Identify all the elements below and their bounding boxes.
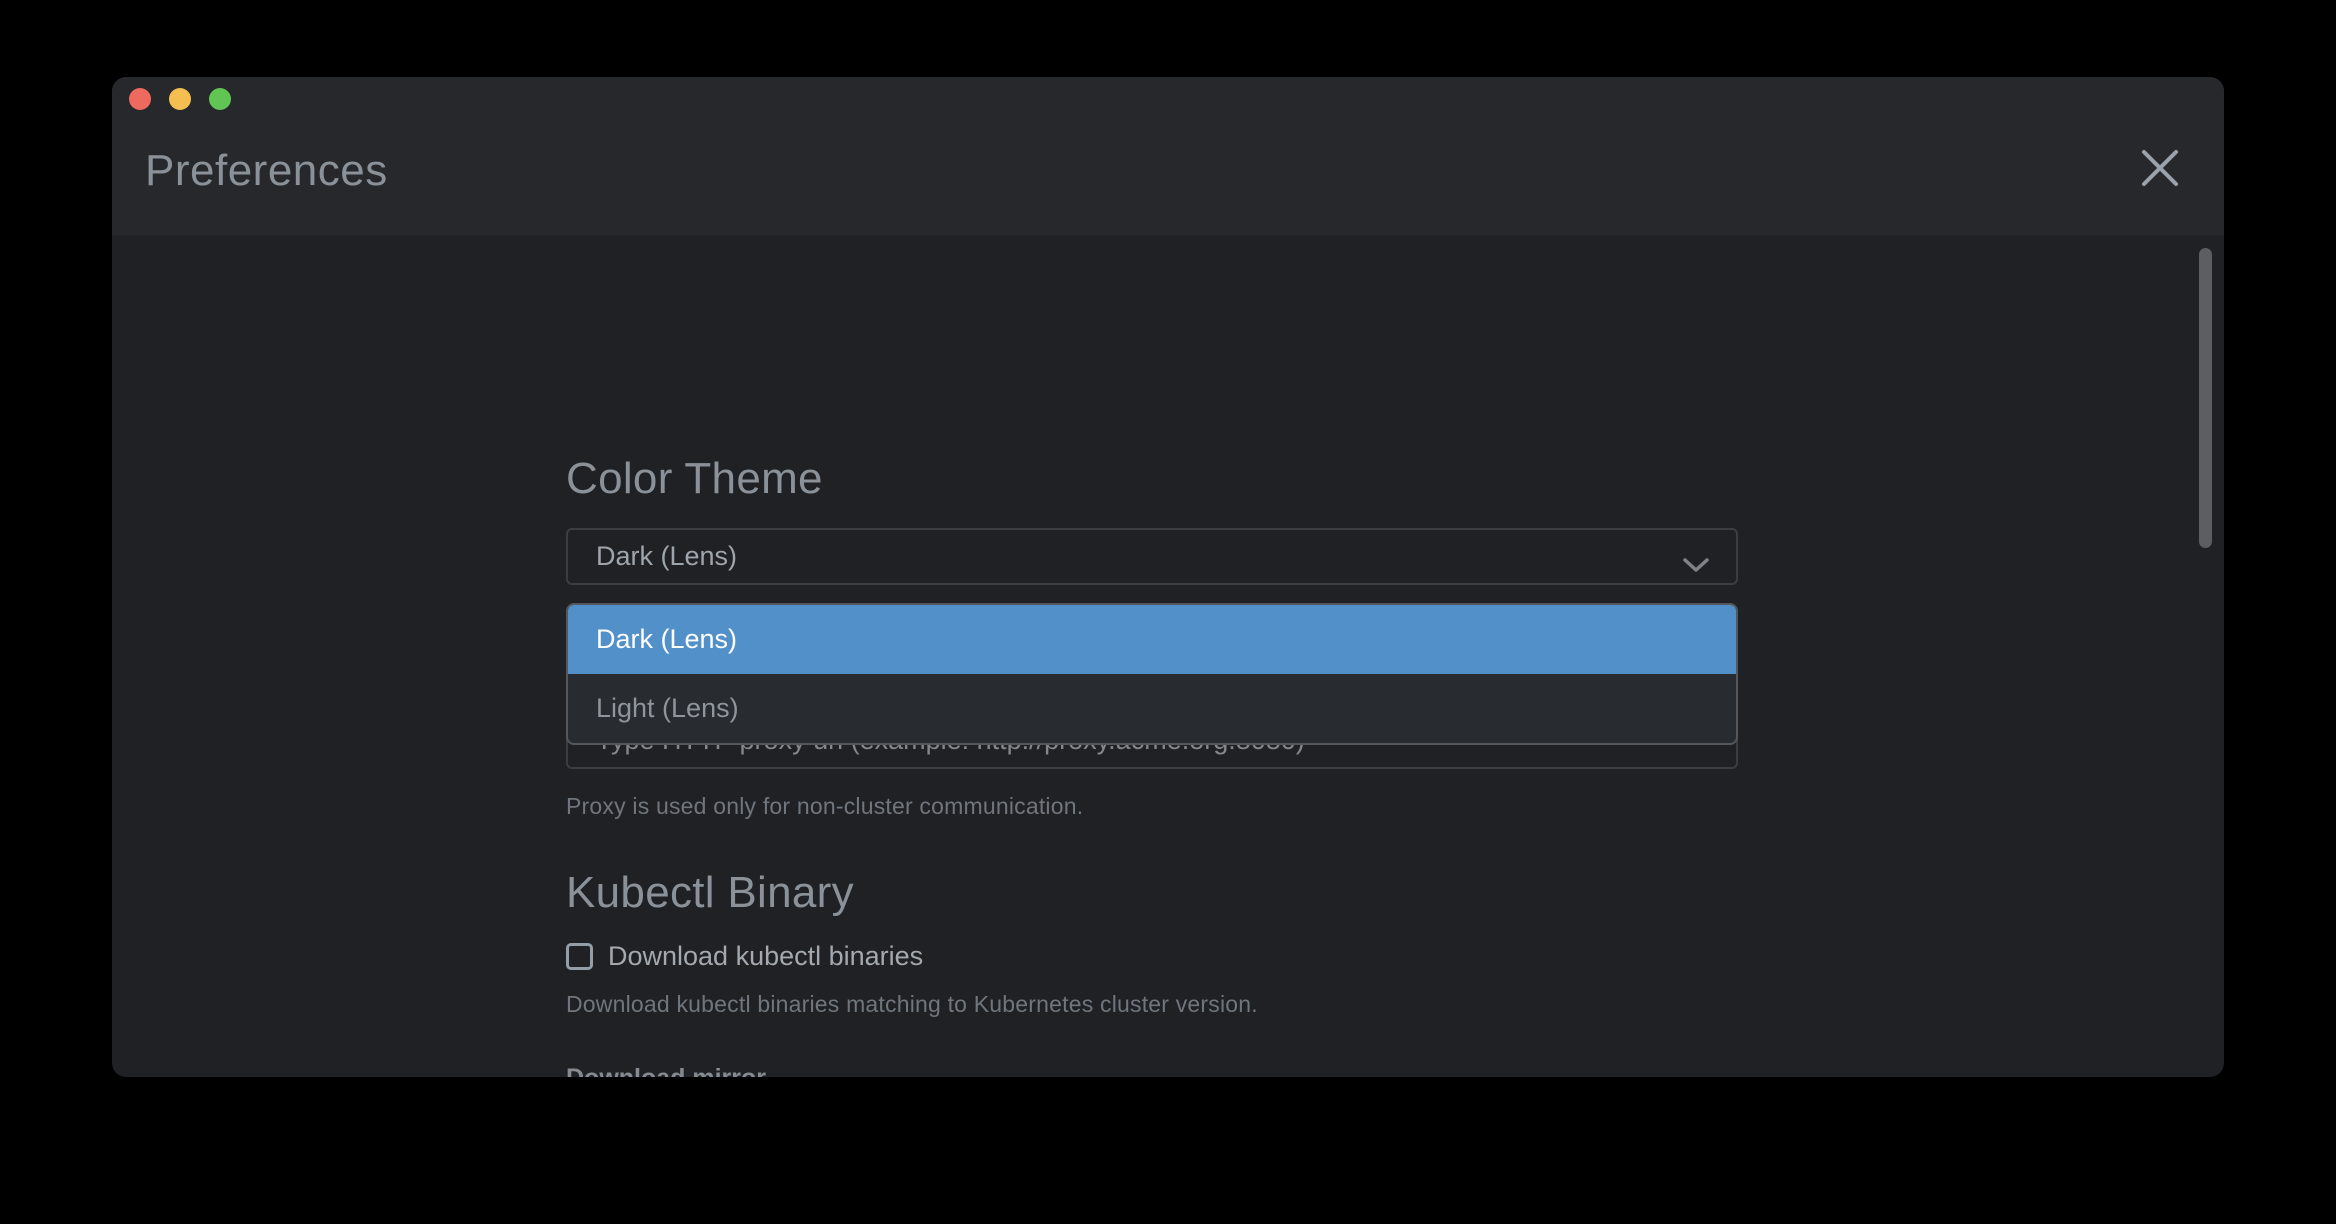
close-button[interactable] xyxy=(2136,146,2184,194)
macos-maximize-button[interactable] xyxy=(209,88,231,110)
color-theme-heading: Color Theme xyxy=(566,454,1738,504)
vertical-scrollbar-thumb[interactable] xyxy=(2199,248,2212,548)
dropdown-option-dark[interactable]: Dark (Lens) xyxy=(568,605,1736,674)
download-kubectl-checkbox-row[interactable]: Download kubectl binaries xyxy=(566,941,1738,972)
download-kubectl-checkbox-label: Download kubectl binaries xyxy=(608,941,923,972)
checkbox-unchecked-icon[interactable] xyxy=(566,943,593,970)
preferences-content: Color Theme Dark (Lens) Dark (Lens) Ligh… xyxy=(112,235,2224,1077)
download-mirror-label: Download mirror xyxy=(566,1064,1738,1077)
dropdown-option-light[interactable]: Light (Lens) xyxy=(568,674,1736,743)
color-theme-select-value: Dark (Lens) xyxy=(596,541,1682,572)
chevron-down-icon xyxy=(1682,549,1710,565)
preferences-window: Preferences Color Theme Dark (Lens) Dark… xyxy=(112,77,2224,1077)
page-title: Preferences xyxy=(145,147,388,195)
macos-close-button[interactable] xyxy=(129,88,151,110)
close-icon xyxy=(2140,148,2180,193)
download-kubectl-helper-text: Download kubectl binaries matching to Ku… xyxy=(566,991,1738,1018)
title-bar: Preferences xyxy=(112,77,2224,235)
color-theme-select[interactable]: Dark (Lens) xyxy=(566,528,1738,585)
macos-minimize-button[interactable] xyxy=(169,88,191,110)
proxy-helper-text: Proxy is used only for non-cluster commu… xyxy=(566,793,1738,820)
color-theme-dropdown-menu: Dark (Lens) Light (Lens) xyxy=(566,603,1738,745)
kubectl-binary-heading: Kubectl Binary xyxy=(566,868,1738,918)
